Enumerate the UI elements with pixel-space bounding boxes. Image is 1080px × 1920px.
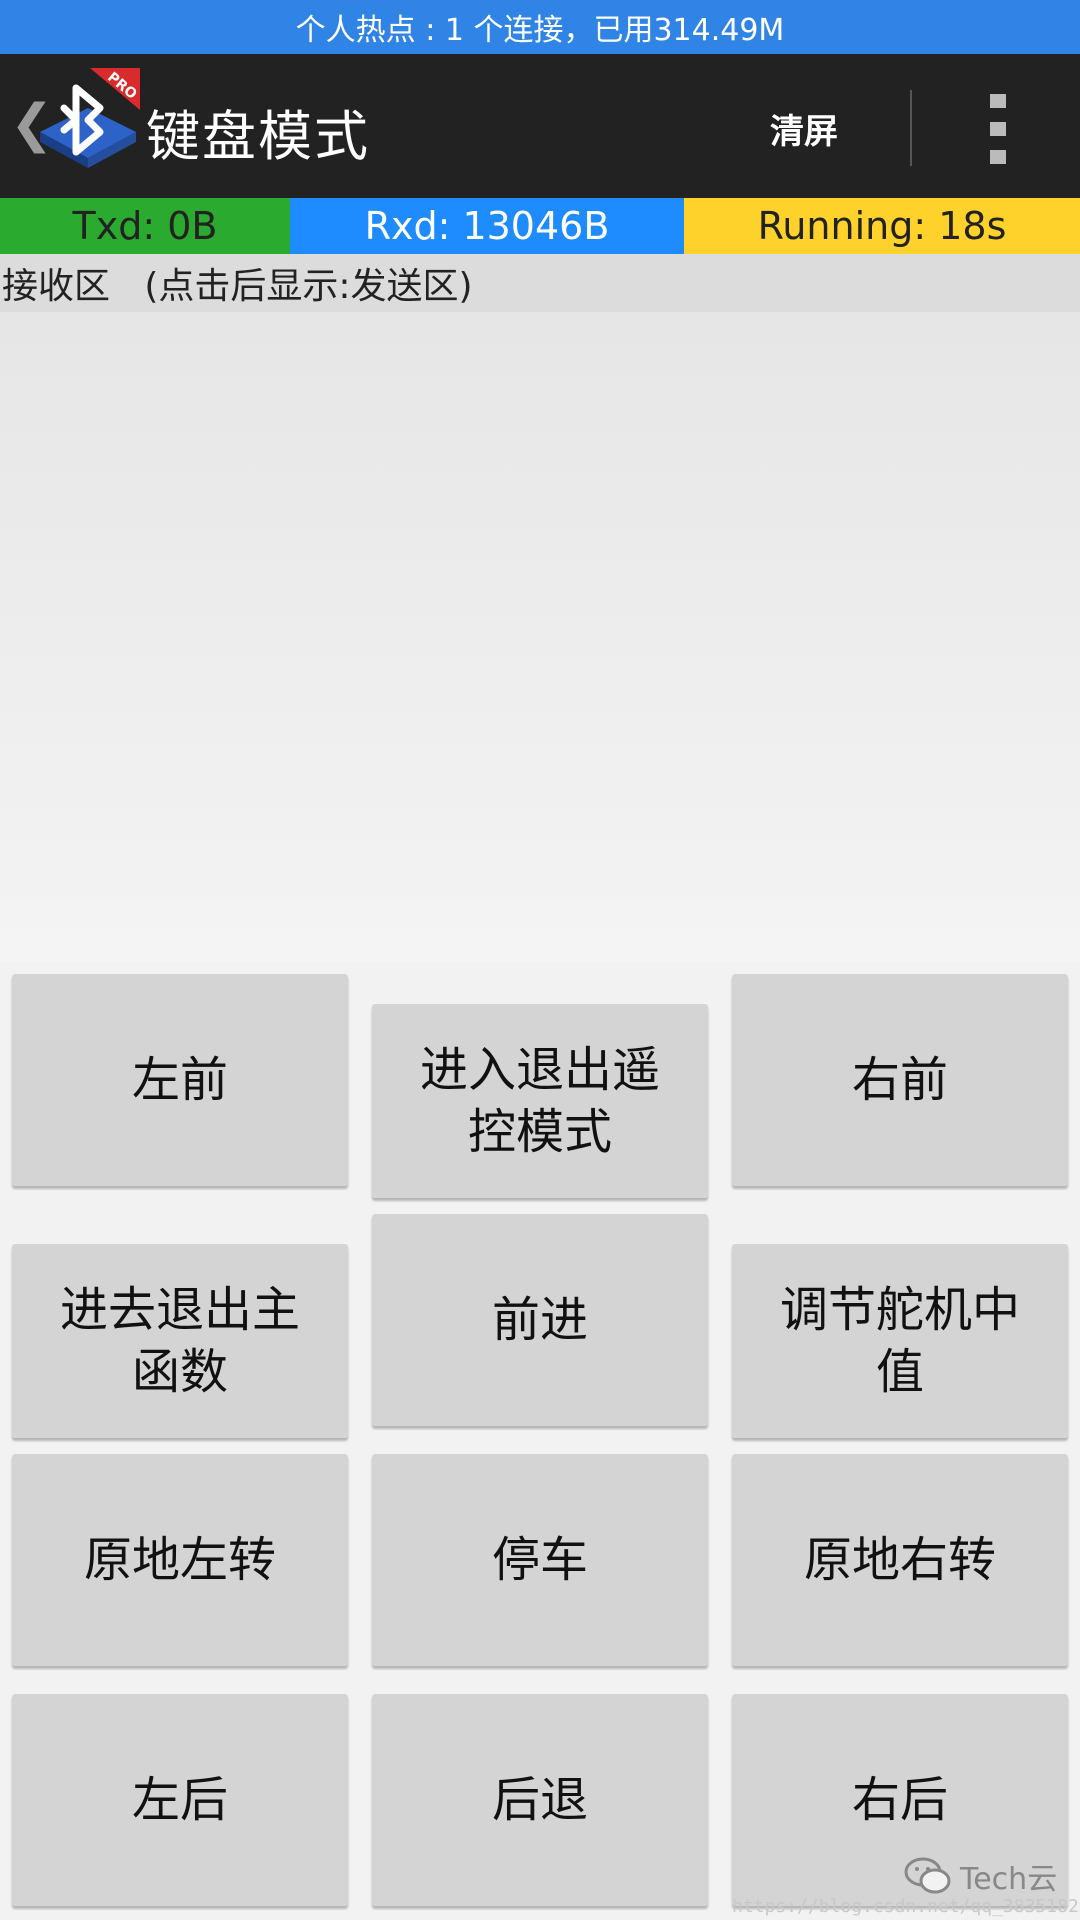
app-bar: ❮ PRO 键盘模式 清屏 [0, 54, 1080, 198]
watermark: Tech云 [904, 1854, 1057, 1898]
key-spin-left[interactable]: 原地左转 [12, 1454, 348, 1666]
app-bar-divider [910, 90, 912, 166]
key-toggle-main-function[interactable]: 进去退出主函数 [12, 1244, 348, 1438]
status-bar: 个人热点 : 1 个连接，已用314.49M [0, 0, 1080, 54]
running-stat: Running: 18s [684, 198, 1080, 254]
page-title: 键盘模式 [146, 105, 370, 168]
key-backward[interactable]: 后退 [372, 1694, 708, 1906]
bluetooth-pro-logo-icon: PRO [40, 68, 140, 168]
stats-bar: Txd: 0B Rxd: 13046B Running: 18s [0, 198, 1080, 254]
key-forward[interactable]: 前进 [372, 1214, 708, 1426]
receive-area-header[interactable]: 接收区 (点击后显示:发送区) [0, 254, 1080, 312]
status-bar-text: 个人热点 : 1 个连接，已用314.49M [295, 13, 785, 48]
txd-stat: Txd: 0B [0, 198, 290, 254]
key-stop[interactable]: 停车 [372, 1454, 708, 1666]
key-left-backward[interactable]: 左后 [12, 1694, 348, 1906]
menu-dot [990, 94, 1006, 108]
key-spin-right[interactable]: 原地右转 [732, 1454, 1068, 1666]
overflow-menu-icon[interactable] [980, 94, 1016, 164]
receive-area[interactable] [0, 312, 1080, 962]
menu-dot [990, 122, 1006, 136]
clear-screen-button[interactable]: 清屏 [770, 98, 838, 158]
wechat-icon [904, 1857, 951, 1894]
key-servo-center[interactable]: 调节舵机中值 [732, 1244, 1068, 1438]
key-left-forward[interactable]: 左前 [12, 974, 348, 1186]
menu-dot [990, 150, 1006, 164]
key-right-forward[interactable]: 右前 [732, 974, 1068, 1186]
url-watermark: https://blog.csdn.net/qq_38351823 [732, 1896, 1080, 1917]
key-toggle-remote-mode[interactable]: 进入退出遥控模式 [372, 1004, 708, 1198]
rxd-stat: Rxd: 13046B [290, 198, 684, 254]
watermark-brand: Tech云 [960, 1862, 1058, 1897]
